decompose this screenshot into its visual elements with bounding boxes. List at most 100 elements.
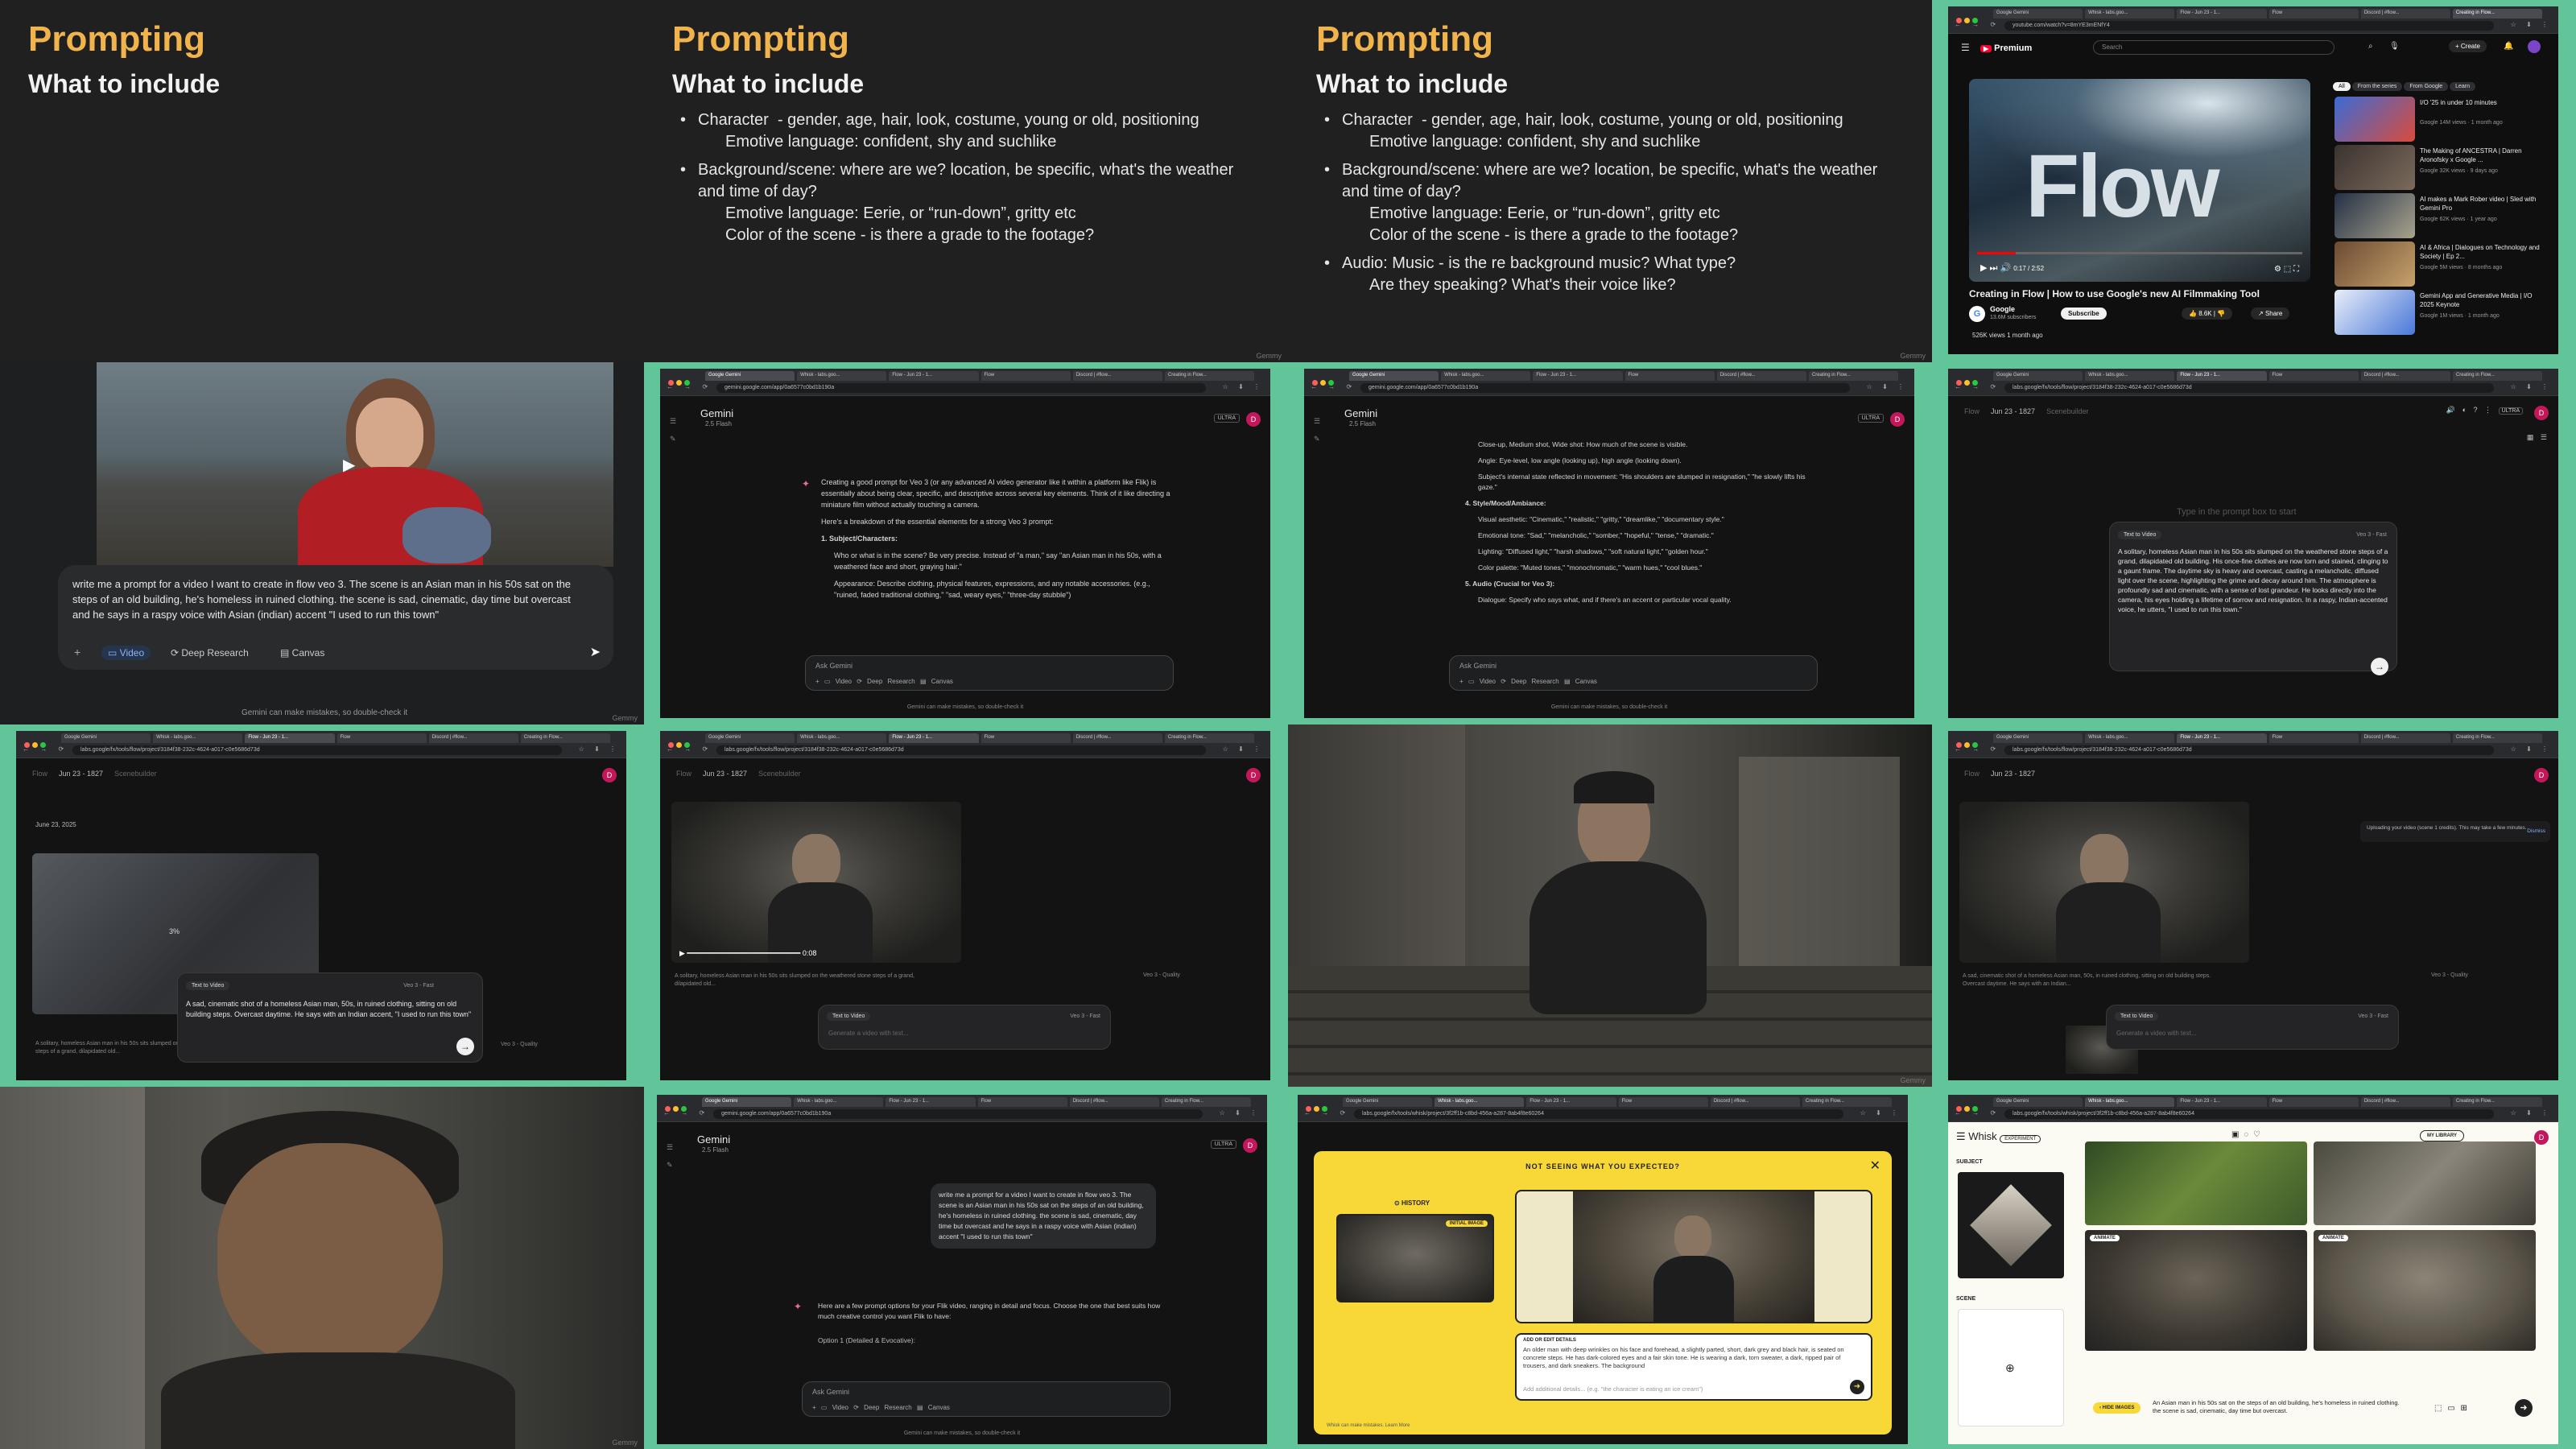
filter-chip[interactable]: From the series [2351,82,2403,91]
like-button[interactable]: 👍 8.6K | 👎 [2182,308,2233,320]
avatar[interactable]: D [602,768,617,782]
prompt-tools[interactable]: ⬚ ▭ ⊞ [2434,1404,2467,1413]
browser-tab[interactable]: Google Gemini [1349,371,1439,381]
add-icon[interactable]: + [74,646,80,658]
address-bar[interactable]: labs.google/fx/tools/whisk/project/3f2ff… [1354,1109,1843,1119]
browser-actions[interactable]: ☆ ⬇ ⋮ [2511,745,2552,753]
quality-select[interactable]: Veo 3 - Fast [2358,1013,2388,1019]
browser-tab[interactable]: Google Gemini [1993,9,2083,19]
avatar[interactable]: D [1890,412,1905,427]
browser-tab[interactable]: Google Gemini [702,1097,792,1107]
browser-tab[interactable]: Whisk - labs.goo... [794,1097,884,1107]
prompt-input[interactable]: write me a prompt for a video I want to … [58,565,613,670]
browser-tab[interactable]: Flow [2268,733,2359,743]
result-image[interactable] [2314,1141,2536,1225]
avatar[interactable]: D [1243,1138,1257,1153]
sidebar-icons[interactable]: ☰ ✎ [670,412,676,448]
play-controls[interactable]: ▶ ⏭ 🔊 0:17 / 2:52 [1980,262,2044,274]
related-video[interactable]: I/O '25 in under 10 minutes Google 14M v… [2334,97,2550,145]
browser-tab[interactable]: Flow [1624,371,1715,381]
nav-buttons[interactable]: ← → ⟳ [1955,745,2000,753]
address-bar[interactable]: labs.google/fx/tools/flow/project/3184f3… [716,745,1206,755]
avatar[interactable]: D [2534,768,2549,782]
address-bar[interactable]: labs.google/fx/tools/whisk/project/3f2ff… [2004,1109,2494,1119]
browser-tab[interactable]: Flow - Jun 23 - 1... [889,733,979,743]
result-image[interactable]: ANIMATE [2085,1230,2307,1351]
browser-tab[interactable]: Whisk - labs.goo... [2085,371,2175,381]
close-icon[interactable]: ✕ [1870,1158,1880,1174]
prompt-input[interactable]: Generate a video with text... [828,1030,909,1037]
mode-select[interactable]: Text to Video [2118,530,2162,539]
browser-tab[interactable]: Whisk - labs.goo... [1435,1097,1525,1107]
browser-tab[interactable]: Discord | #flow... [1072,733,1162,743]
history-thumb[interactable]: INITIAL IMAGE [1336,1214,1494,1302]
browser-tab[interactable]: Discord | #flow... [1710,1097,1800,1107]
generated-video[interactable]: ▶ ━━━━━━━━━━━━━━━━━━━━━━━━━━ 0:08 [671,802,961,963]
nav-buttons[interactable]: ← → ⟳ [1955,21,2000,28]
avatar[interactable]: D [1246,768,1261,782]
browser-tab[interactable]: Flow - Jun 23 - 1... [889,371,979,381]
browser-tab[interactable]: Whisk - labs.goo... [797,371,887,381]
browser-tab[interactable]: Flow - Jun 23 - 1... [2177,733,2267,743]
model-selector[interactable]: 2.5 Flash [1349,420,1376,427]
browser-actions[interactable]: ☆ ⬇ ⋮ [1223,383,1264,390]
progress-bar[interactable] [1977,252,2302,254]
browser-tab[interactable]: Flow [1618,1097,1708,1107]
model-selector[interactable]: 2.5 Flash [705,420,732,427]
quality-select[interactable]: Veo 3 - Fast [403,983,434,989]
avatar[interactable]: D [2534,406,2549,420]
player-settings-icons[interactable]: ⚙ ⬚ ⛶ [2274,265,2299,274]
browser-tab[interactable]: Google Gemini [1993,1097,2083,1107]
browser-tab[interactable]: Flow - Jun 23 - 1... [245,733,335,743]
prompt-box[interactable]: Text to Video Veo 3 - Fast Generate a vi… [2106,1005,2399,1050]
browser-tab[interactable]: Whisk - labs.goo... [2085,733,2175,743]
sidebar-icons[interactable]: ☰ ✎ [1314,412,1320,448]
channel-avatar[interactable]: G [1969,306,1985,322]
sidebar-icons[interactable]: ☰ ✎ [667,1138,673,1174]
hide-images-button[interactable]: ‹ HIDE IMAGES [2093,1402,2141,1414]
tool-video[interactable]: ▭ Video [101,646,151,660]
browser-tab[interactable]: Flow [2268,371,2359,381]
browser-tab[interactable]: Flow [980,371,1071,381]
browser-tab[interactable]: Discord | #flow... [2360,733,2450,743]
create-button[interactable]: + Create [2449,40,2487,52]
browser-tab[interactable]: Discord | #flow... [428,733,518,743]
nav-buttons[interactable]: ← → ⟳ [23,745,68,753]
add-details-input[interactable]: Add additional details... (e.g. "the cha… [1523,1385,1703,1393]
bell-icon[interactable]: 🔔 [2504,42,2513,51]
browser-tab[interactable]: Flow [336,733,427,743]
quality-select[interactable]: Veo 3 - Fast [2356,532,2387,538]
mode-select[interactable]: Text to Video [827,1012,871,1021]
send-icon[interactable]: ➤ [590,644,601,660]
browser-tab[interactable]: Google Gemini [1993,733,2083,743]
browser-tab[interactable]: Flow - Jun 23 - 1... [2177,9,2267,19]
header-icons[interactable]: 🔊 ◐ ? ⋮ ULTRA [2446,406,2523,415]
related-video[interactable]: Gemini App and Generative Media | I/O 20… [2334,290,2550,338]
browser-tab[interactable]: Discord | #flow... [1716,371,1806,381]
filter-chip[interactable]: All [2333,82,2351,91]
filter-chip[interactable]: Learn [2450,82,2476,91]
prompt-box[interactable]: Text to Video Veo 3 - Fast A solitary, h… [2109,522,2397,675]
search-input[interactable]: Search [2093,40,2334,55]
view-toggle[interactable]: ▦ ☰ [2527,433,2547,442]
browser-tab[interactable]: Whisk - labs.goo... [1441,371,1531,381]
library-button[interactable]: MY LIBRARY [2420,1130,2465,1141]
scene-slot[interactable]: ⊕ [1958,1309,2064,1426]
nav-buttons[interactable]: ← → ⟳ [663,1109,709,1117]
generated-video[interactable] [1959,802,2249,963]
address-bar[interactable]: gemini.google.com/app/0a6577c0bd1b190a [716,383,1206,393]
prompt-box[interactable]: Text to Video Veo 3 - Fast Generate a vi… [818,1005,1111,1050]
address-bar[interactable]: labs.google/fx/tools/flow/project/3184f3… [2004,745,2494,755]
video-controls[interactable]: ▶ ━━━━━━━━━━━━━━━━━━━━━━━━━━ 0:08 [679,949,816,958]
address-bar[interactable]: youtube.com/watch?v=8mYE3mENfY4 [2004,21,2494,31]
quality-select[interactable]: Veo 3 - Fast [1070,1013,1100,1019]
browser-tab[interactable]: Whisk - labs.goo... [2085,9,2175,19]
ask-input[interactable]: Ask Gemini + ▭ Video ⟳ Deep Research ▤ C… [802,1381,1170,1417]
browser-tab[interactable]: Flow - Jun 23 - 1... [2177,1097,2267,1107]
browser-tab[interactable]: Google Gemini [705,371,795,381]
browser-tab[interactable]: Flow - Jun 23 - 1... [2177,371,2267,381]
channel-name[interactable]: Google [1990,305,2015,313]
browser-tab[interactable]: Google Gemini [1993,371,2083,381]
address-bar[interactable]: gemini.google.com/app/0a6577c0bd1b190a [1360,383,1850,393]
browser-actions[interactable]: ☆ ⬇ ⋮ [2511,383,2552,390]
